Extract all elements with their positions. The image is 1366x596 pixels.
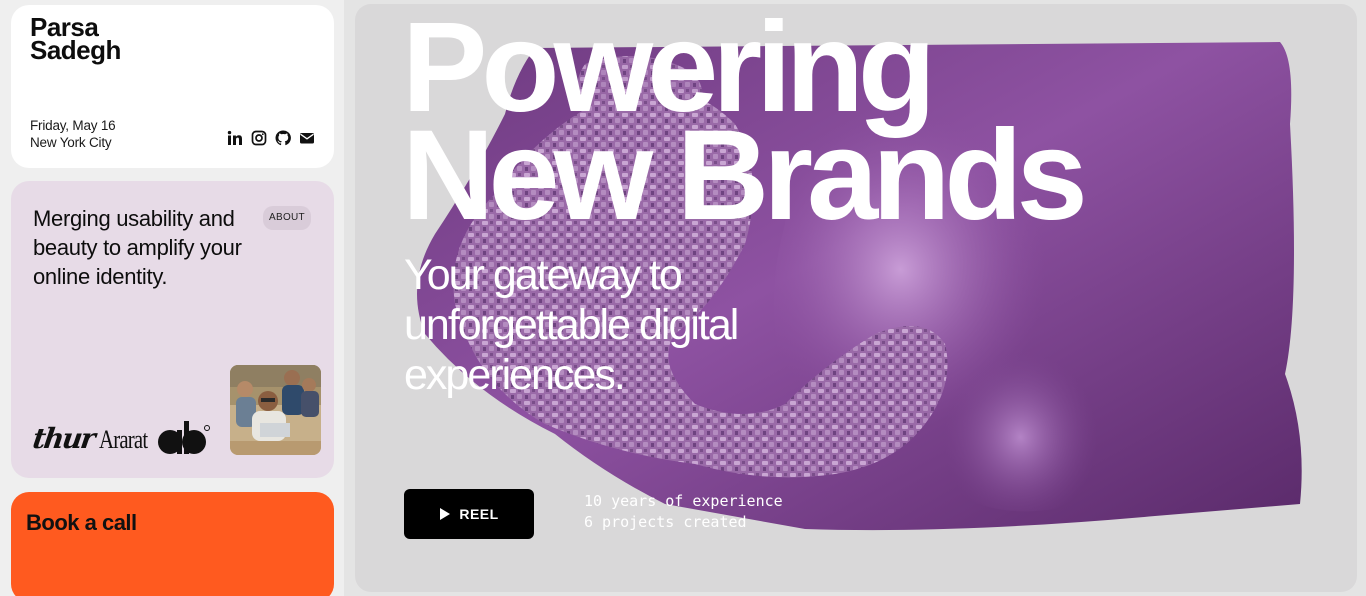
profile-name: Parsa Sadegh [30, 14, 121, 65]
instagram-icon [251, 130, 267, 146]
about-card: Merging usability and beauty to amplify … [11, 181, 334, 478]
play-icon [440, 508, 451, 520]
social-links [227, 130, 315, 146]
about-text: Merging usability and beauty to amplify … [33, 206, 242, 289]
client-logos: thur Ararat [30, 421, 210, 455]
book-call-card[interactable]: Book a call [11, 492, 334, 596]
hero-stats: 10 years of experience 6 projects create… [584, 491, 783, 533]
mail-icon [300, 133, 314, 144]
ab-logo [157, 421, 210, 454]
hero-subhead: Your gateway to unforgettable digital ex… [404, 251, 739, 399]
linkedin-link[interactable] [227, 130, 243, 146]
sidebar: Parsa Sadegh Friday, May 16 New York Cit… [0, 0, 344, 596]
thur-logo: thur [30, 422, 96, 455]
profile-card: Parsa Sadegh Friday, May 16 New York Cit… [11, 5, 334, 168]
book-call-label: Book a call [26, 510, 137, 535]
stat-years: 10 years of experience [584, 492, 783, 510]
reel-button[interactable]: REEL [404, 489, 534, 539]
last-name: Sadegh [30, 35, 121, 65]
current-date: Friday, May 16 [30, 118, 116, 133]
headline-line-2: New Brands [402, 104, 1088, 247]
mail-link[interactable] [299, 130, 315, 146]
profile-meta: Friday, May 16 New York City [30, 117, 116, 151]
hero-headline: Powering New Brands [402, 4, 1088, 247]
hero-banner: Powering New Brands Your gateway to unfo… [355, 4, 1357, 592]
linkedin-icon [227, 130, 242, 145]
stat-projects: 6 projects created [584, 513, 747, 531]
about-button[interactable]: ABOUT [263, 206, 311, 230]
github-icon [275, 130, 291, 146]
ararat-logo: Ararat [99, 425, 148, 454]
reel-label: REEL [459, 506, 499, 522]
current-city: New York City [30, 135, 112, 150]
github-link[interactable] [275, 130, 291, 146]
instagram-link[interactable] [251, 130, 267, 146]
team-photo [230, 365, 321, 455]
